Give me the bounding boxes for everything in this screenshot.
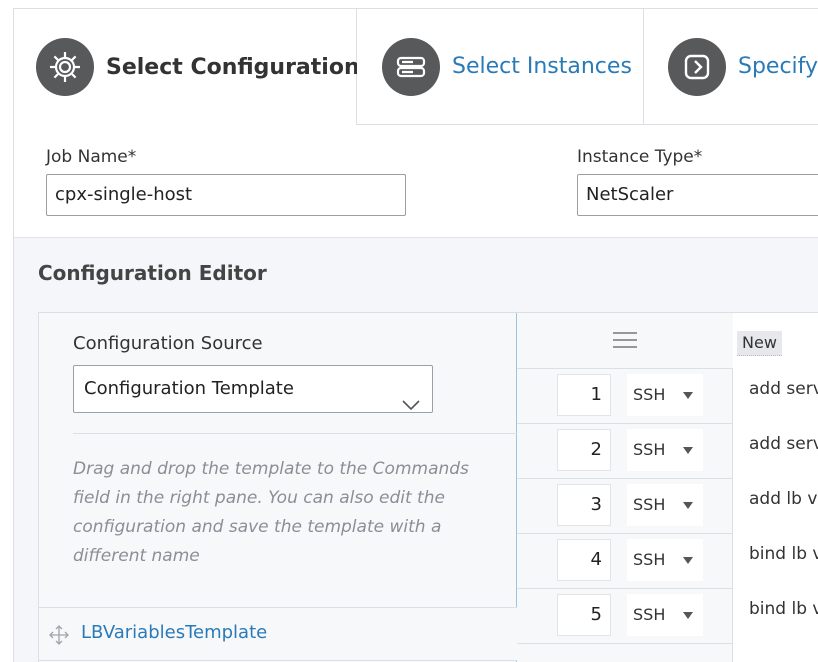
protocol-select[interactable]: SSH: [627, 374, 703, 416]
command-order-input[interactable]: 2: [557, 429, 611, 471]
command-text[interactable]: bind lb v: [749, 544, 818, 564]
command-text[interactable]: bind lb v: [749, 599, 818, 619]
command-text[interactable]: add lb v: [749, 489, 817, 509]
chevron-down-icon: [402, 383, 420, 429]
instance-type-select[interactable]: NetScaler: [577, 174, 818, 216]
command-text[interactable]: add serv: [749, 379, 818, 399]
command-text[interactable]: add serv: [749, 434, 818, 454]
protocol-value: SSH: [633, 385, 666, 404]
configuration-source-label: Configuration Source: [73, 333, 263, 354]
caret-down-icon: [683, 392, 693, 399]
wizard-tabs: Select Configuration Select Instances Sp…: [14, 9, 818, 125]
caret-down-icon: [683, 557, 693, 564]
command-order-input[interactable]: 1: [557, 374, 611, 416]
command-row: 2 SSH: [517, 423, 733, 479]
command-order-input[interactable]: 5: [557, 594, 611, 636]
chevron-right-icon: [668, 37, 726, 96]
new-badge[interactable]: New: [737, 331, 782, 356]
template-pane: Configuration Source Configuration Templ…: [39, 313, 517, 662]
command-row: 5 SSH: [517, 588, 733, 644]
gear-icon: [36, 38, 94, 96]
caret-down-icon: [683, 447, 693, 454]
protocol-select[interactable]: SSH: [627, 539, 703, 581]
caret-down-icon: [683, 502, 693, 509]
configuration-source-value: Configuration Template: [84, 378, 294, 399]
job-name-label: Job Name*: [46, 147, 137, 167]
tab-label: Specify V: [738, 54, 818, 79]
protocol-value: SSH: [633, 495, 666, 514]
wizard-frame: Select Configuration Select Instances Sp…: [13, 8, 818, 662]
command-row: 4 SSH: [517, 533, 733, 589]
commands-pane: New add serv add serv add lb v bind lb v…: [733, 313, 818, 662]
protocol-value: SSH: [633, 550, 666, 569]
command-list-header: [517, 313, 733, 369]
template-item[interactable]: LBVariablesTemplate: [39, 607, 517, 661]
tab-label: Select Instances: [452, 54, 632, 79]
caret-down-icon: [683, 612, 693, 619]
configuration-source-select[interactable]: Configuration Template: [73, 365, 433, 413]
protocol-value: SSH: [633, 605, 666, 624]
server-icon: [382, 37, 440, 96]
drag-drop-hint: Drag and drop the template to the Comman…: [73, 459, 469, 566]
protocol-select[interactable]: SSH: [627, 429, 703, 471]
protocol-select[interactable]: SSH: [627, 594, 703, 636]
divider: [73, 433, 517, 434]
protocol-value: SSH: [633, 440, 666, 459]
command-order-input[interactable]: 3: [557, 484, 611, 526]
command-list-pane: 1 SSH 2 SSH 3 SSH 4 SSH 5 SSH: [517, 313, 733, 662]
template-link[interactable]: LBVariablesTemplate: [81, 622, 267, 643]
tab-label: Select Configuration: [106, 54, 360, 80]
instance-type-label: Instance Type*: [577, 147, 703, 167]
configuration-editor-title: Configuration Editor: [38, 261, 267, 285]
move-icon[interactable]: [49, 625, 69, 649]
tab-specify[interactable]: Specify V: [644, 9, 818, 125]
command-row: 1 SSH: [517, 368, 733, 424]
menu-icon[interactable]: [612, 331, 638, 353]
configuration-editor: Configuration Source Configuration Templ…: [38, 312, 818, 662]
command-order-input[interactable]: 4: [557, 539, 611, 581]
job-name-input[interactable]: cpx-single-host: [46, 174, 406, 216]
command-row: 3 SSH: [517, 478, 733, 534]
tab-select-instances[interactable]: Select Instances: [357, 9, 644, 125]
tab-select-configuration[interactable]: Select Configuration: [14, 9, 360, 125]
job-form: Job Name* cpx-single-host Instance Type*…: [14, 125, 818, 238]
protocol-select[interactable]: SSH: [627, 484, 703, 526]
